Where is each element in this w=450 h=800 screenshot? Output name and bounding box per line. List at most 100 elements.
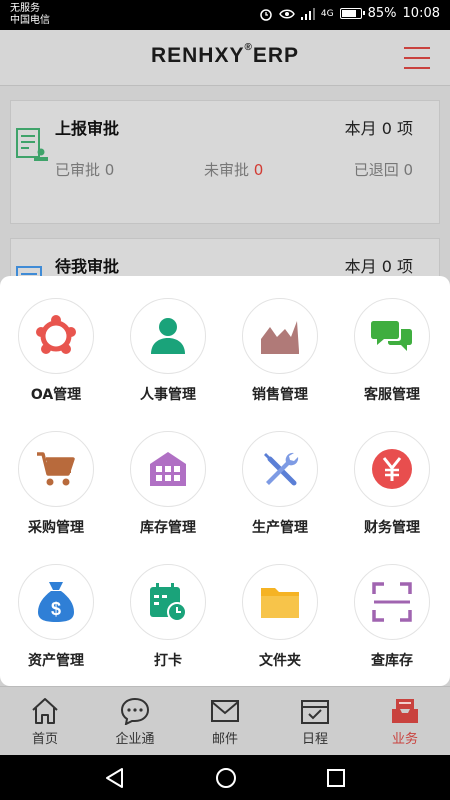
module-icon-circle: [130, 564, 206, 640]
tab-mail[interactable]: 邮件: [180, 687, 270, 755]
module-label: OA管理: [30, 387, 82, 403]
logo-text: RENHXY: [150, 44, 245, 67]
module-oa[interactable]: OA管理: [0, 298, 112, 404]
signal-icon: [300, 7, 315, 20]
money-bag-icon: $: [38, 582, 74, 622]
chat-bubbles-icon: [371, 321, 412, 351]
oa-icon: [36, 315, 76, 354]
tab-schedule[interactable]: 日程: [270, 687, 360, 755]
card-month-count: 本月 0 项: [344, 257, 413, 276]
module-finance[interactable]: 财务管理: [336, 431, 448, 537]
clock: 10:08: [402, 6, 440, 21]
carrier-info: 无服务 中国电信: [10, 3, 50, 27]
module-service[interactable]: 客服管理: [336, 298, 448, 404]
folder-icon: [261, 588, 299, 618]
card-title: 待我审批: [55, 257, 120, 276]
module-grid: OA管理 人事管理 销售管理 客服管理 采购管理 库存管理 生产管理 财务管理 …: [0, 276, 450, 686]
mail-icon: [211, 700, 239, 722]
bottom-tab-bar: 首页 企业通 邮件 日程 业务: [0, 686, 450, 755]
module-label: 文件夹: [259, 653, 301, 669]
module-label: 查库存: [371, 653, 413, 669]
sales-chart-icon: [261, 321, 299, 354]
report-approval-card[interactable]: 上报审批 本月 0 项 已审批 0 未审批 0 已退回 0: [10, 100, 440, 224]
home-circle-icon[interactable]: [215, 767, 237, 789]
logo-suffix: ERP: [252, 44, 300, 67]
recents-icon[interactable]: [326, 768, 346, 788]
eye-icon: [279, 9, 295, 18]
module-icon-circle: [242, 431, 318, 507]
tab-label: 首页: [31, 732, 58, 747]
chat-icon: [120, 697, 150, 725]
module-check-stock[interactable]: 查库存: [336, 564, 448, 670]
pending-count: 0: [253, 161, 264, 179]
module-icon-circle: [242, 298, 318, 374]
module-label: 采购管理: [28, 520, 84, 536]
tab-enterprise[interactable]: 企业通: [90, 687, 180, 755]
module-icon-circle: [130, 431, 206, 507]
module-folder[interactable]: 文件夹: [224, 564, 336, 670]
card-month-count: 本月 0 项: [344, 119, 413, 138]
module-label: 人事管理: [140, 387, 196, 403]
module-label: 财务管理: [364, 520, 420, 536]
alarm-icon: [260, 8, 272, 21]
app-logo: RENHXY®ERP: [0, 42, 450, 68]
network-type: 4G: [320, 8, 334, 19]
person-icon: [151, 318, 185, 354]
module-production[interactable]: 生产管理: [224, 431, 336, 537]
module-icon-circle: [354, 431, 430, 507]
yen-icon: [372, 449, 412, 489]
home-icon: [32, 698, 58, 724]
module-icon-circle: $: [18, 564, 94, 640]
pending-stat[interactable]: 未审批 0: [204, 159, 263, 180]
carrier-line-1: 无服务: [10, 3, 40, 14]
business-inbox-icon: [392, 699, 418, 723]
scan-icon: [372, 582, 412, 622]
status-icons: 4G 85% 10:08: [259, 6, 440, 21]
module-label: 打卡: [154, 653, 182, 669]
system-nav-bar: [0, 755, 450, 800]
report-approval-icon: [16, 128, 48, 161]
module-icon-circle: [354, 298, 430, 374]
module-label: 销售管理: [252, 387, 308, 403]
warehouse-icon: [150, 452, 186, 486]
calendar-check-icon: [301, 700, 329, 724]
carrier-line-2: 中国电信: [10, 15, 50, 26]
shopping-cart-icon: [37, 452, 75, 486]
module-hr[interactable]: 人事管理: [112, 298, 224, 404]
hamburger-icon[interactable]: [404, 47, 430, 69]
module-purchase[interactable]: 采购管理: [0, 431, 112, 537]
status-bar: 无服务 中国电信 4G 85% 10:08: [0, 0, 450, 30]
module-icon-circle: [18, 431, 94, 507]
module-icon-circle: [354, 564, 430, 640]
registered-mark: ®: [244, 42, 253, 53]
module-icon-circle: [18, 298, 94, 374]
module-label: 生产管理: [252, 520, 308, 536]
module-popup: OA管理 人事管理 销售管理 客服管理 采购管理 库存管理 生产管理 财务管理 …: [0, 276, 450, 686]
module-icon-circle: [130, 298, 206, 374]
tab-label: 业务: [391, 732, 418, 747]
module-sales[interactable]: 销售管理: [224, 298, 336, 404]
module-icon-circle: [242, 564, 318, 640]
tab-label: 邮件: [211, 732, 238, 747]
tab-label: 企业通: [115, 732, 155, 747]
approved-stat[interactable]: 已审批 0: [55, 159, 114, 180]
battery-icon: [339, 8, 365, 19]
battery-percent: 85%: [367, 6, 397, 21]
svg-text:$: $: [51, 599, 61, 619]
module-checkin[interactable]: 打卡: [112, 564, 224, 670]
module-label: 客服管理: [364, 387, 420, 403]
tab-business[interactable]: 业务: [360, 687, 450, 755]
back-icon[interactable]: [104, 767, 126, 789]
tab-home[interactable]: 首页: [0, 687, 90, 755]
module-assets[interactable]: $ 资产管理: [0, 564, 112, 670]
calendar-clock-icon: [150, 583, 187, 622]
tools-icon: [264, 452, 299, 486]
card-title: 上报审批: [55, 119, 120, 138]
app-header: RENHXY®ERP: [0, 30, 450, 86]
returned-stat[interactable]: 已退回 0: [354, 159, 413, 180]
tab-label: 日程: [301, 732, 328, 747]
module-label: 库存管理: [140, 520, 196, 536]
pending-label: 未审批: [204, 161, 250, 179]
module-label: 资产管理: [28, 653, 84, 669]
module-inventory[interactable]: 库存管理: [112, 431, 224, 537]
